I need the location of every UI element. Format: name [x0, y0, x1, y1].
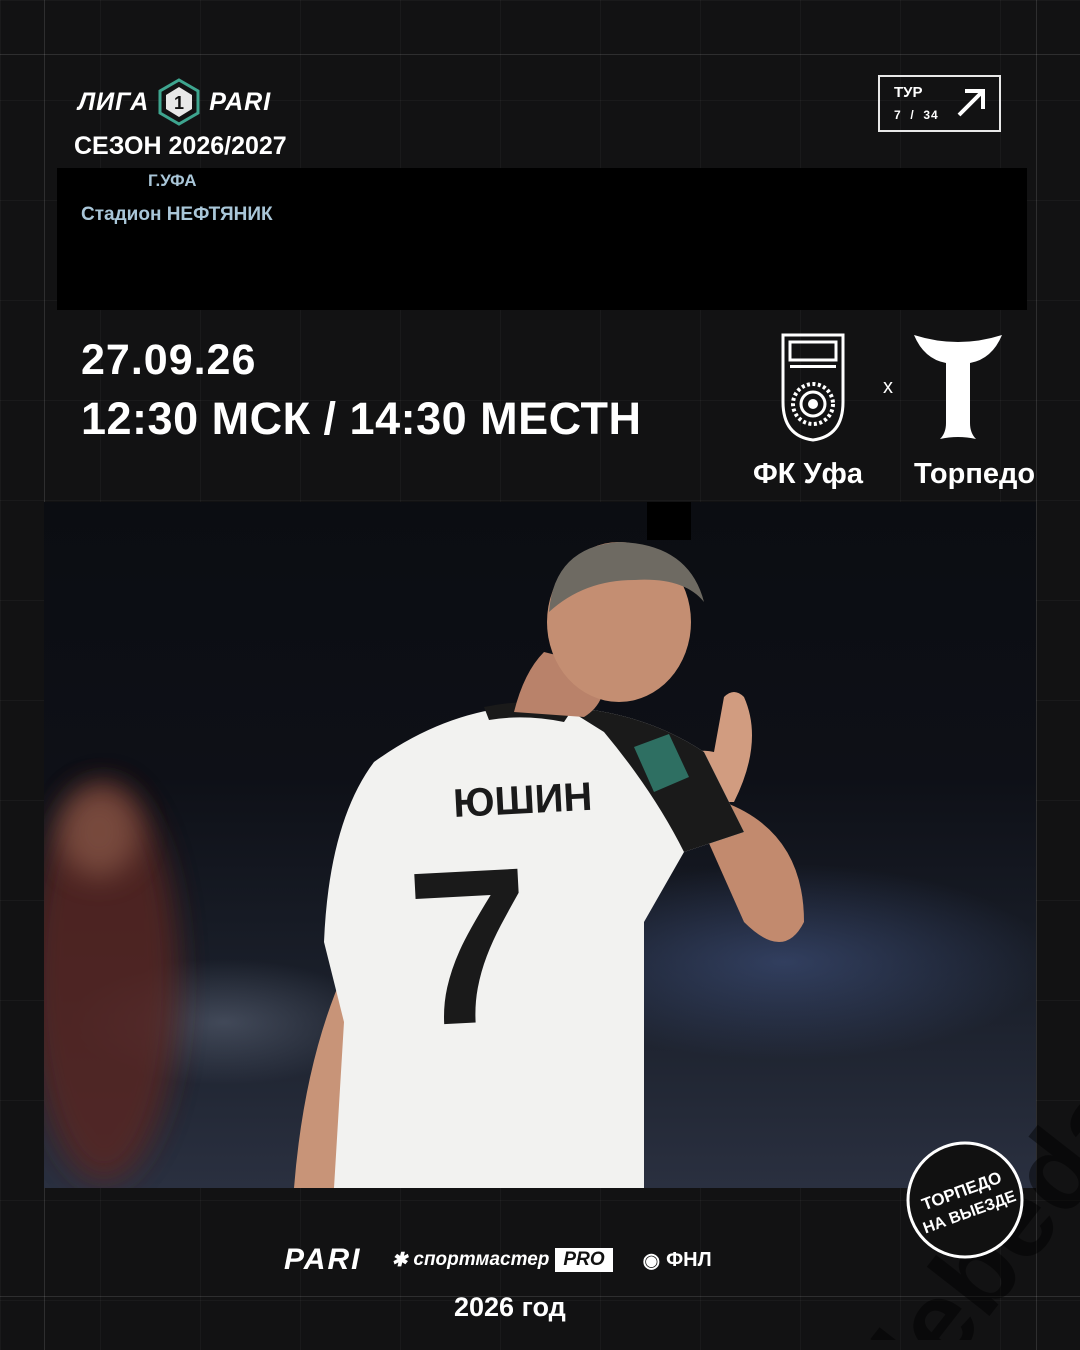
sponsor-sportmaster-pro: PRO	[555, 1248, 613, 1272]
round-box: ТУР 7 / 34	[878, 75, 1001, 132]
league-left-word: ЛИГА	[78, 87, 150, 116]
match-date: 27.09.26	[81, 336, 257, 384]
shirt-number: 7	[402, 821, 537, 1073]
ufa-crest-icon	[781, 333, 845, 442]
fnl-ball-icon: ◉	[642, 1249, 661, 1272]
season-label: СЕЗОН 2026/2027	[74, 132, 287, 160]
sponsor-fnl-logo: ◉ ФНЛ	[643, 1248, 712, 1273]
footer-year: 2026 год	[454, 1292, 566, 1322]
match-time: 12:30 МСК / 14:30 МЕСТН	[81, 393, 642, 444]
shirt-name: ЮШИН	[452, 775, 593, 826]
league-logo: ЛИГА 1 PARI	[78, 76, 271, 128]
versus-label: х	[883, 376, 893, 398]
league-badge-icon: 1	[158, 78, 200, 126]
sportmaster-star-icon: ✱	[391, 1249, 408, 1271]
torpedo-crest-icon	[914, 335, 1002, 439]
round-current: 7	[894, 108, 902, 122]
match-poster: ЛИГА 1 PARI СЕЗОН 2026/2027 Г.УФА Стадио…	[0, 0, 1080, 1350]
home-team-name: ФК Уфа	[753, 458, 864, 490]
sponsors-row: PARI ✱ спортмастер PRO ◉ ФНЛ	[284, 1240, 712, 1280]
frame-line-top	[0, 54, 1080, 55]
sponsor-sportmaster-logo: ✱ спортмастер PRO	[391, 1248, 613, 1272]
league-badge-number: 1	[174, 93, 184, 113]
round-separator: /	[910, 108, 915, 122]
venue-city: Г.УФА	[148, 171, 197, 190]
round-number: 7 / 34	[894, 108, 939, 122]
league-right-word: PARI	[209, 87, 272, 116]
round-total: 34	[923, 108, 939, 122]
sponsor-fnl-text: ФНЛ	[666, 1248, 712, 1271]
venue-banner	[57, 168, 1027, 310]
round-label: ТУР	[894, 84, 923, 101]
sponsor-pari-logo: PARI	[284, 1243, 362, 1276]
away-team-name: Торпедо	[914, 458, 1036, 490]
sponsor-sportmaster-text: спортмастер	[413, 1249, 550, 1270]
venue-stadium: Стадион НЕФТЯНИК	[81, 204, 273, 225]
arrow-up-right-icon	[957, 89, 985, 117]
torpedo-away-stamp: ТОРПЕДО НА ВЫЕЗДЕ	[906, 1141, 1024, 1259]
redaction-block	[647, 502, 691, 540]
